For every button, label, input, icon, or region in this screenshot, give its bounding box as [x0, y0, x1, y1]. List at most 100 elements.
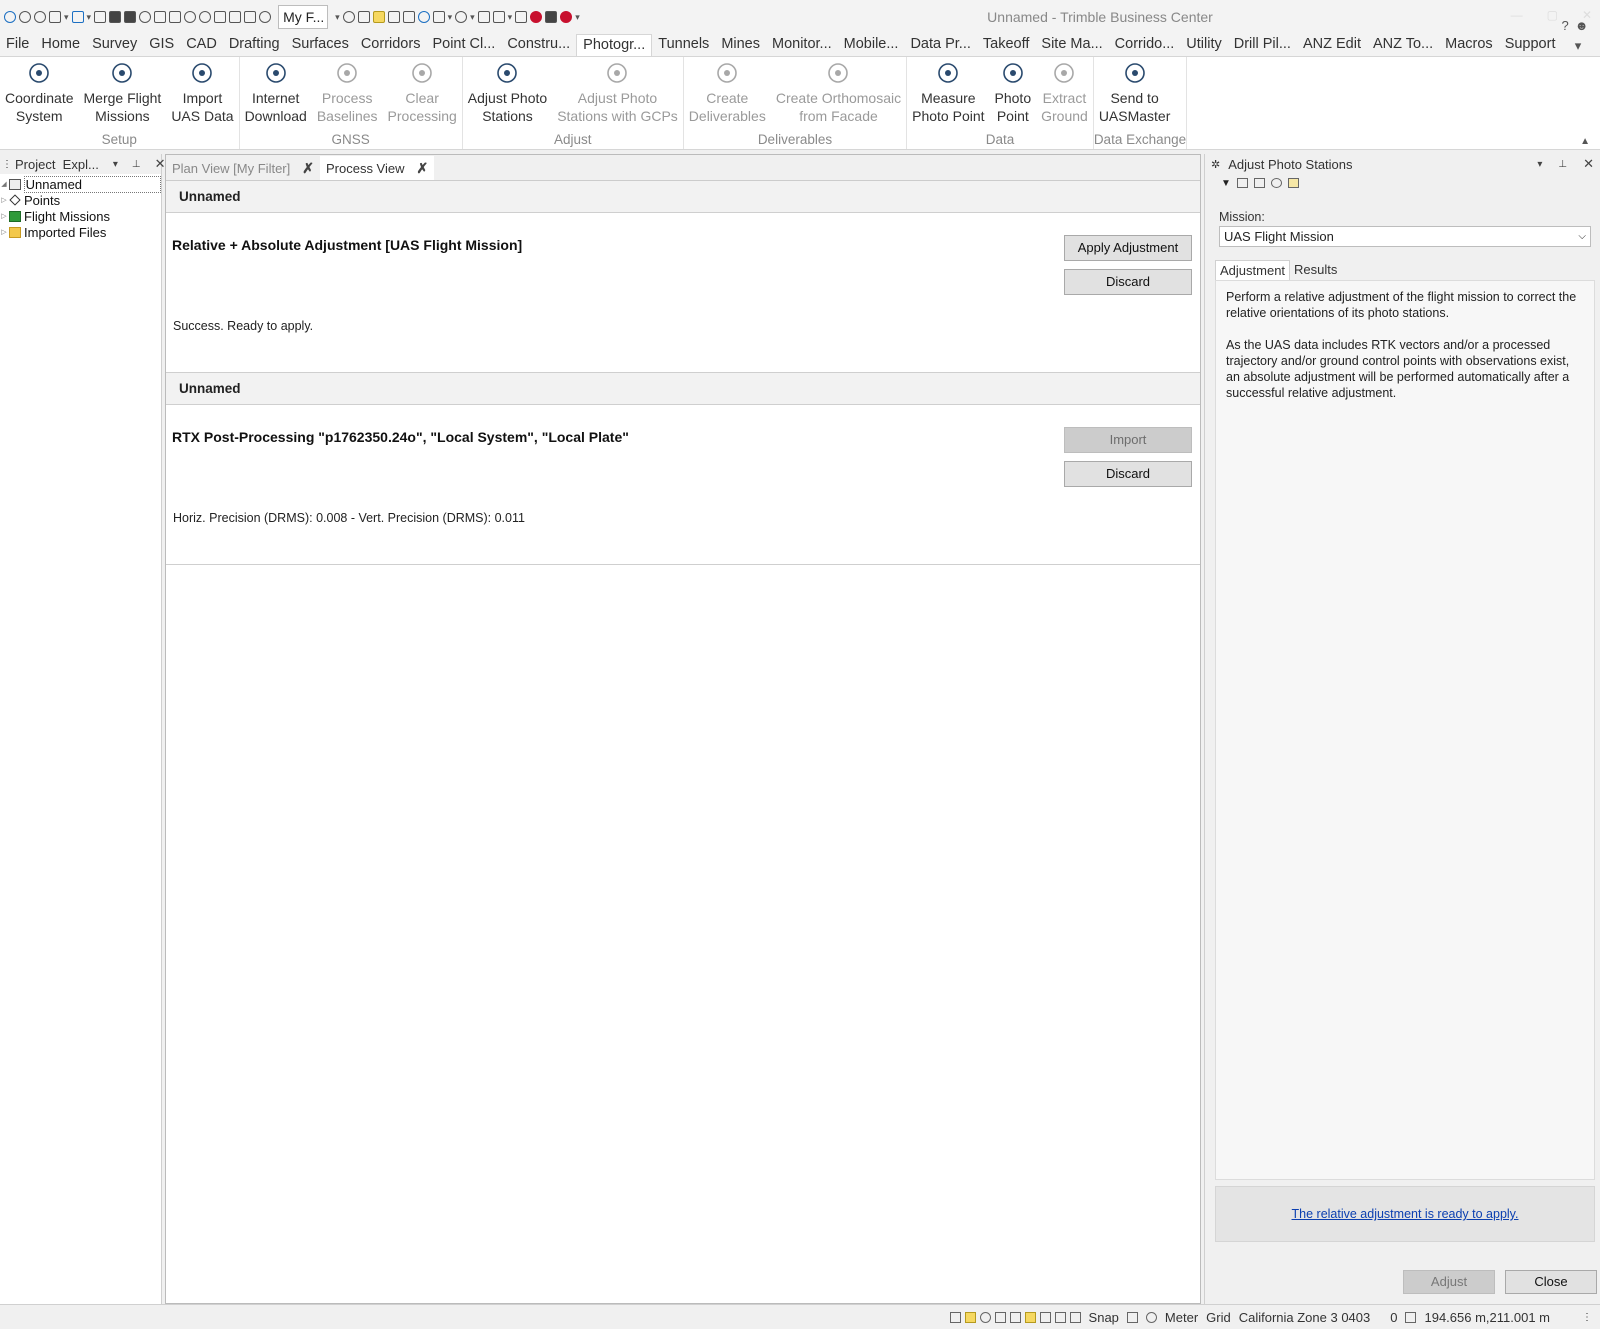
menu-item-mobile[interactable]: Mobile... — [838, 34, 905, 56]
eye-icon[interactable] — [259, 11, 272, 23]
pan-icon[interactable] — [184, 11, 197, 23]
menu-item-survey[interactable]: Survey — [86, 34, 143, 56]
apply-adjustment-button[interactable]: Apply Adjustment — [1064, 235, 1192, 261]
ribbon-button-process-baselines[interactable]: Process Baselines — [312, 57, 383, 133]
record-icon[interactable] — [530, 11, 543, 23]
filter-dropdown-icon[interactable]: ▾ — [335, 12, 340, 23]
menu-item-macros[interactable]: Macros — [1439, 34, 1499, 56]
filter-icon[interactable] — [357, 11, 370, 23]
plan-view-icon[interactable] — [214, 11, 227, 23]
app-logo-icon[interactable] — [4, 11, 16, 23]
ribbon-button-merge-flight-missions[interactable]: Merge Flight Missions — [79, 57, 167, 133]
explorer-close-icon[interactable]: ✕ — [155, 156, 166, 172]
redo-icon[interactable] — [34, 11, 46, 23]
ortho-icon[interactable] — [1039, 1311, 1051, 1323]
measure-icon[interactable] — [455, 11, 468, 23]
panel-note-icon[interactable] — [1287, 178, 1299, 188]
cogo-icon[interactable] — [477, 11, 490, 23]
panel-save-icon[interactable] — [1236, 178, 1248, 188]
polar-icon[interactable] — [1054, 1311, 1066, 1323]
snap-icon[interactable] — [387, 11, 400, 23]
image-icon[interactable] — [244, 11, 257, 23]
menu-item-surfaces[interactable]: Surfaces — [286, 34, 355, 56]
command-line-icon[interactable] — [949, 1311, 961, 1323]
layer-icon[interactable] — [372, 11, 385, 23]
menu-item-point-cl[interactable]: Point Cl... — [426, 34, 501, 56]
import-icon[interactable] — [71, 11, 84, 23]
discard-button[interactable]: Discard — [1064, 269, 1192, 295]
tab-process-view[interactable]: Process View ✗ — [319, 156, 435, 180]
menu-item-cad[interactable]: CAD — [180, 34, 223, 56]
settings-icon[interactable] — [139, 11, 152, 23]
tree-expander-icon[interactable]: ▷ — [0, 228, 8, 236]
collapse-ribbon-icon[interactable]: ▲ — [1580, 136, 1590, 147]
menu-item-photogr[interactable]: Photogr... — [576, 34, 653, 56]
print-icon[interactable] — [124, 11, 137, 23]
maximize-icon[interactable]: ▢ — [1547, 8, 1558, 22]
view-icon[interactable] — [169, 11, 182, 23]
ribbon-button-clear-processing[interactable]: Clear Processing — [383, 57, 462, 133]
grid-snap-icon[interactable] — [1024, 1311, 1036, 1323]
stop-icon[interactable] — [545, 11, 558, 23]
view-filter-icon[interactable] — [994, 1311, 1006, 1323]
ribbon-button-adjust-photo-stations-with-gcps[interactable]: Adjust Photo Stations with GCPs — [552, 57, 683, 133]
close-tab-icon[interactable]: ✗ — [302, 160, 314, 177]
undo-icon[interactable] — [19, 11, 31, 23]
menu-item-drafting[interactable]: Drafting — [223, 34, 286, 56]
tree-item-unnamed[interactable]: ◢ Unnamed — [0, 175, 161, 193]
globe-status-icon[interactable] — [1145, 1311, 1157, 1323]
menu-item-utility[interactable]: Utility — [1180, 34, 1227, 56]
menu-item-tunnels[interactable]: Tunnels — [652, 34, 715, 56]
discard-button[interactable]: Discard — [1064, 461, 1192, 487]
ucs-icon[interactable] — [1069, 1311, 1081, 1323]
ribbon-button-internet-download[interactable]: Internet Download — [240, 57, 312, 133]
status-message-link[interactable]: The relative adjustment is ready to appl… — [1292, 1207, 1519, 1221]
ribbon-button-create-deliverables[interactable]: Create Deliverables — [684, 57, 771, 133]
explorer-dropdown-icon[interactable]: ▾ — [113, 159, 118, 170]
3d-view-icon[interactable] — [229, 11, 242, 23]
menu-item-anz-to[interactable]: ANZ To... — [1367, 34, 1439, 56]
tree-expander-icon[interactable]: ▷ — [0, 196, 8, 204]
ribbon-button-extract-ground[interactable]: Extract Ground — [1036, 57, 1093, 133]
ribbon-button-photo-point[interactable]: Photo Point — [990, 57, 1037, 133]
tree-expander-icon[interactable]: ▷ — [0, 212, 8, 220]
help-icon[interactable] — [417, 11, 430, 23]
menu-item-support[interactable]: Support — [1499, 34, 1562, 56]
explorer-pin-icon[interactable]: ⊥ — [132, 159, 141, 170]
tab-plan-view[interactable]: Plan View [My Filter] ✗ — [166, 156, 320, 180]
menu-item-takeoff[interactable]: Takeoff — [977, 34, 1036, 56]
save-icon[interactable] — [109, 11, 122, 23]
import-button[interactable]: Import — [1064, 427, 1192, 453]
draw-icon[interactable] — [492, 11, 505, 23]
menu-item-corrido[interactable]: Corrido... — [1109, 34, 1181, 56]
tree-item-flight-missions[interactable]: ▷ Flight Missions — [0, 208, 161, 224]
close-button[interactable]: Close — [1505, 1270, 1597, 1294]
tree-expander-icon[interactable]: ◢ — [0, 180, 8, 188]
panel-dropdown-icon[interactable]: ▾ — [1537, 159, 1542, 170]
layer-manager-icon[interactable] — [1009, 1311, 1021, 1323]
panel-pin-icon[interactable]: ⊥ — [1558, 159, 1567, 170]
menu-item-monitor[interactable]: Monitor... — [766, 34, 838, 56]
units-label[interactable]: Meter — [1165, 1310, 1198, 1325]
ribbon-button-create-orthomosaic-from-facade[interactable]: Create Orthomosaic from Facade — [771, 57, 906, 133]
new-icon[interactable] — [94, 11, 107, 23]
adjust-button[interactable]: Adjust — [1403, 1270, 1495, 1294]
zoom-icon[interactable] — [199, 11, 212, 23]
ribbon-button-coordinate-system[interactable]: Coordinate System — [0, 57, 79, 133]
panel-options-icon[interactable]: ▼ — [1221, 178, 1231, 189]
resize-grip-icon[interactable]: ⋮ — [1582, 1312, 1592, 1323]
ribbon-button-adjust-photo-stations[interactable]: Adjust Photo Stations — [463, 57, 552, 133]
view-filter-combobox[interactable]: My F... — [278, 5, 329, 29]
panel-close-icon[interactable]: ✕ — [1583, 156, 1594, 172]
line-icon[interactable] — [515, 11, 528, 23]
ribbon-button-import-uas-data[interactable]: Import UAS Data — [166, 57, 238, 133]
close-tab-icon[interactable]: ✗ — [417, 160, 429, 177]
help-button[interactable]: ? — [1561, 16, 1568, 56]
tree-item-points[interactable]: ▷ Points — [0, 192, 161, 208]
table-icon[interactable] — [432, 11, 445, 23]
panel-link-icon[interactable] — [1253, 178, 1265, 188]
menu-item-drill-pil[interactable]: Drill Pil... — [1228, 34, 1297, 56]
coordinate-zone[interactable]: California Zone 3 0403 — [1239, 1310, 1371, 1325]
menu-item-constru[interactable]: Constru... — [501, 34, 576, 56]
panel-history-icon[interactable] — [1270, 178, 1282, 188]
